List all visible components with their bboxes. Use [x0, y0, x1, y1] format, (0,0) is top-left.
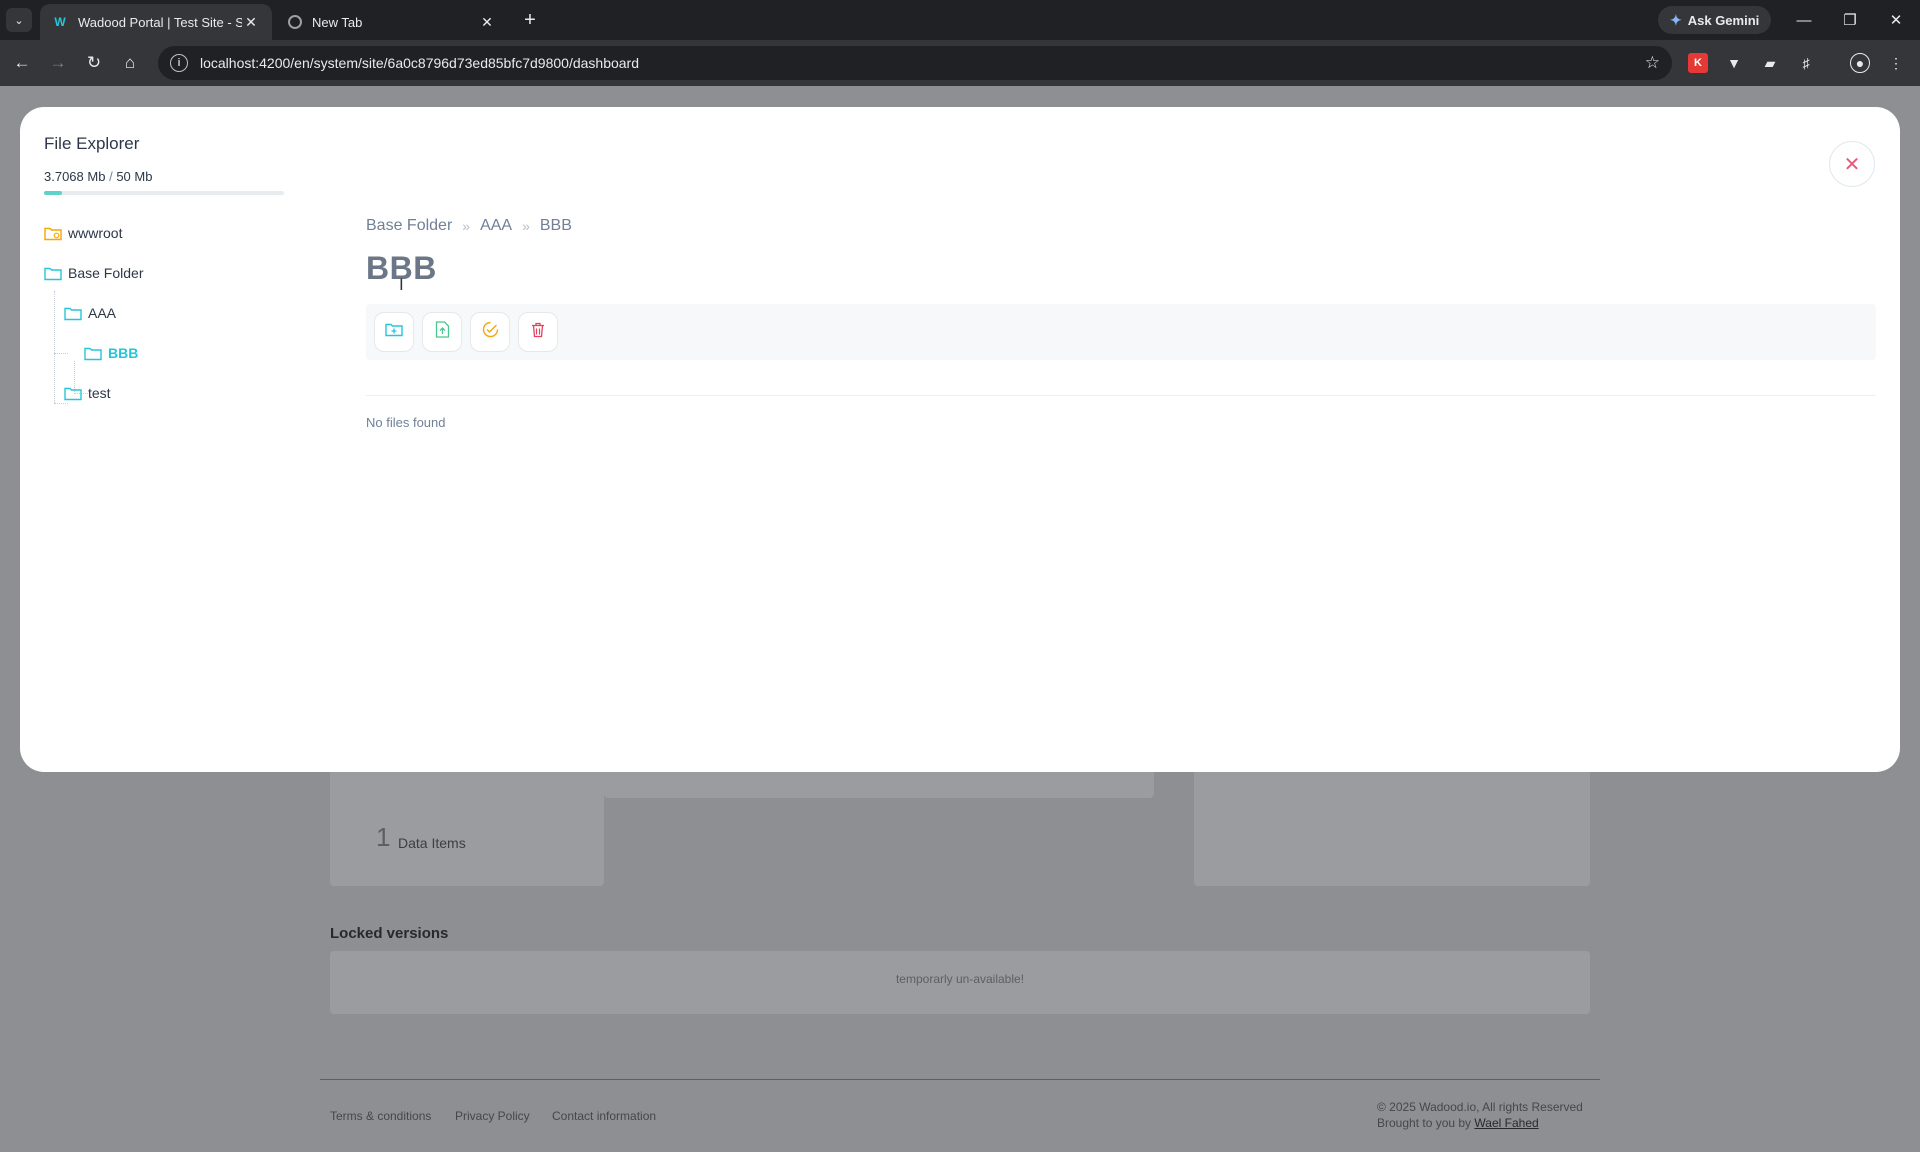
delete-icon [531, 322, 545, 343]
new-folder-icon [385, 322, 403, 342]
url-text[interactable]: localhost:4200/en/system/site/6a0c8796d7… [200, 55, 1645, 71]
chrome-icon [288, 15, 302, 29]
close-window-button[interactable]: ✕ [1878, 6, 1914, 34]
browser-toolbar: ← → ↻ ⌂ i localhost:4200/en/system/site/… [0, 40, 1920, 86]
stat-value: 1 [376, 822, 391, 852]
reload-button[interactable]: ↻ [80, 49, 108, 77]
tree-item-test[interactable]: test [64, 381, 111, 405]
restore-window-button[interactable]: ❐ [1832, 6, 1868, 34]
chevron-down-icon: ⌄ [14, 14, 24, 27]
empty-files-message: No files found [366, 415, 446, 430]
content-divider [366, 395, 1876, 396]
ask-gemini-label: Ask Gemini [1687, 12, 1760, 28]
folder-icon [64, 305, 82, 321]
profile-avatar-icon[interactable]: ● [1850, 53, 1870, 73]
folder-icon [84, 345, 102, 361]
breadcrumb-item-base-folder[interactable]: Base Folder [366, 217, 452, 235]
tree-connector [54, 291, 55, 403]
home-button[interactable]: ⌂ [116, 49, 144, 77]
tree-item-label: AAA [88, 305, 117, 321]
new-folder-button[interactable] [374, 312, 414, 352]
credit-prefix: Brought to you by [1377, 1116, 1472, 1130]
close-tab-icon[interactable]: ✕ [242, 13, 260, 31]
extension-red-icon[interactable]: K [1688, 53, 1708, 73]
rename-icon [482, 321, 499, 343]
site-info-icon[interactable]: i [170, 54, 188, 72]
close-modal-button[interactable]: ✕ [1829, 141, 1875, 187]
new-tab-button[interactable]: + [518, 8, 542, 32]
tab-title: New Tab [312, 14, 363, 30]
upload-file-button[interactable] [422, 312, 462, 352]
file-explorer-title: File Explorer [44, 134, 140, 153]
tree-item-wwwroot[interactable]: wwwroot [44, 221, 122, 245]
storage-used: 3.7068 Mb [44, 169, 106, 184]
browser-tab-strip: ⌄ W Wadood Portal | Test Site - Site ✕ N… [0, 0, 1920, 40]
rename-button[interactable] [470, 312, 510, 352]
extension-tag-icon[interactable]: ▰ [1760, 53, 1780, 73]
tab-search-button[interactable]: ⌄ [6, 8, 32, 32]
tree-item-label: Base Folder [68, 265, 144, 281]
breadcrumb: Base Folder » AAA » BBB [366, 217, 572, 235]
breadcrumb-separator: » [522, 218, 530, 234]
breadcrumb-item-bbb[interactable]: BBB [540, 217, 572, 235]
tab-new-tab[interactable]: New Tab ✕ [276, 4, 508, 40]
locked-versions-message: temporarly un-available! [895, 971, 1025, 986]
browser-menu-icon[interactable]: ⋮ [1886, 53, 1906, 73]
folder-settings-icon [44, 225, 62, 241]
extensions-puzzle-icon[interactable]: ♯ [1796, 53, 1816, 73]
copyright-text: © 2025 Wadood.io, All rights Reserved [1377, 1100, 1583, 1114]
locked-versions-box: temporarly un-available! [330, 951, 1590, 1014]
file-explorer-modal: File Explorer 3.7068 Mb / 50 Mb wwwroot … [20, 107, 1900, 772]
folder-icon [64, 385, 82, 401]
close-icon: ✕ [1843, 153, 1861, 176]
tree-item-label: wwwroot [68, 225, 123, 241]
text-cursor-icon: I [399, 275, 404, 294]
tree-item-aaa[interactable]: AAA [64, 301, 116, 325]
stat-label: Data Items [398, 835, 466, 851]
wadood-favicon-icon: W [54, 15, 66, 29]
back-button[interactable]: ← [8, 49, 36, 77]
footer-divider [320, 1079, 1600, 1080]
terms-link[interactable]: Terms & conditions [330, 1109, 431, 1123]
contact-link[interactable]: Contact information [552, 1109, 656, 1123]
forward-button[interactable]: → [44, 49, 72, 77]
minimize-window-button[interactable]: — [1786, 6, 1822, 34]
tree-item-base-folder[interactable]: Base Folder [44, 261, 143, 285]
upload-file-icon [435, 321, 450, 343]
gemini-sparkle-icon: ✦ [1670, 11, 1682, 28]
privacy-link[interactable]: Privacy Policy [455, 1109, 530, 1123]
storage-progress-bar [44, 191, 284, 195]
bookmark-star-icon[interactable]: ☆ [1645, 53, 1660, 73]
close-tab-icon[interactable]: ✕ [478, 13, 496, 31]
copyright-block: © 2025 Wadood.io, All rights Reserved Br… [1377, 1099, 1583, 1131]
delete-button[interactable] [518, 312, 558, 352]
folder-actions-bar [366, 304, 1876, 360]
storage-progress-fill [44, 191, 62, 195]
address-bar[interactable]: i localhost:4200/en/system/site/6a0c8796… [158, 46, 1672, 80]
tab-title: Wadood Portal | Test Site - Site [78, 14, 242, 30]
tree-connector [54, 353, 68, 354]
tree-item-label: test [88, 385, 111, 401]
locked-versions-title: Locked versions [330, 925, 449, 942]
breadcrumb-item-aaa[interactable]: AAA [480, 217, 512, 235]
storage-usage-text: 3.7068 Mb / 50 Mb [44, 169, 152, 184]
breadcrumb-separator: » [462, 218, 471, 234]
credit-link[interactable]: Wael Fahed [1474, 1116, 1538, 1130]
tab-wadood-portal[interactable]: W Wadood Portal | Test Site - Site ✕ [40, 4, 272, 40]
tree-item-label: BBB [108, 345, 139, 361]
tree-item-bbb[interactable]: BBB [84, 341, 138, 365]
folder-icon [44, 265, 62, 281]
extension-v-icon[interactable]: ▼ [1724, 53, 1744, 73]
ask-gemini-button[interactable]: ✦ Ask Gemini [1658, 6, 1772, 34]
storage-total: 50 Mb [116, 169, 153, 184]
credit-line: Brought to you by Wael Fahed [1377, 1115, 1583, 1131]
storage-separator: / [109, 169, 113, 184]
